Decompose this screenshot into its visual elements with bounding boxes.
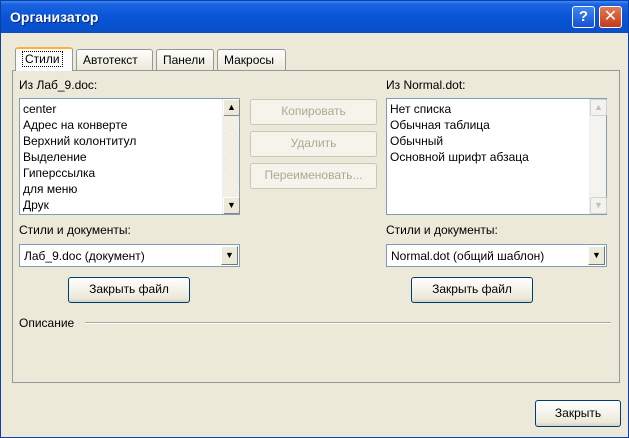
right-source-label: Стили и документы:	[386, 223, 498, 237]
left-source-value: Лаб_9.doc (документ)	[24, 249, 145, 263]
scroll-down-icon[interactable]: ▼	[590, 197, 607, 214]
right-styles-list[interactable]: Нет списка Обычная таблица Обычный Основ…	[386, 98, 607, 215]
scroll-up-icon[interactable]: ▲	[223, 99, 240, 116]
right-list-label: Из Normal.dot:	[386, 78, 466, 92]
description-label: Описание	[19, 316, 75, 330]
left-styles-list[interactable]: center Адрес на конверте Верхний колонти…	[19, 98, 240, 215]
list-item[interactable]: Нет списка	[390, 101, 586, 117]
left-source-select[interactable]: Лаб_9.doc (документ) ▼	[19, 244, 240, 267]
list-item[interactable]: Выделение	[23, 149, 219, 165]
window-title: Организатор	[10, 9, 99, 25]
organizer-dialog: Организатор ? ✕ Стили Автотекст Панели М…	[0, 0, 629, 438]
tab-styles-label: Стили	[22, 51, 63, 67]
close-button[interactable]: Закрыть	[535, 400, 621, 427]
list-item[interactable]: Обычная таблица	[390, 117, 586, 133]
list-item[interactable]: Основной шрифт абзаца	[390, 149, 586, 165]
left-list-label: Из Лаб_9.doc:	[19, 78, 98, 92]
chevron-down-icon[interactable]: ▼	[588, 246, 605, 265]
title-bar[interactable]: Организатор ? ✕	[1, 1, 628, 33]
tab-macros[interactable]: Макросы	[217, 49, 286, 70]
description-divider	[85, 322, 611, 324]
right-source-select[interactable]: Normal.dot (общий шаблон) ▼	[386, 244, 607, 267]
list-item[interactable]: Обычный	[390, 133, 586, 149]
chevron-down-icon[interactable]: ▼	[221, 246, 238, 265]
right-source-value: Normal.dot (общий шаблон)	[391, 249, 545, 263]
right-close-file-button[interactable]: Закрыть файл	[411, 277, 533, 303]
tab-autotext-label: Автотекст	[83, 53, 138, 67]
list-item[interactable]: для меню	[23, 181, 219, 197]
close-window-button[interactable]: ✕	[599, 6, 622, 28]
list-item[interactable]: Друк	[23, 197, 219, 213]
list-item[interactable]: Адрес на конверте	[23, 117, 219, 133]
list-item[interactable]: Гиперссылка	[23, 165, 219, 181]
copy-button[interactable]: Копировать	[250, 99, 377, 125]
tab-toolbars[interactable]: Панели	[156, 49, 214, 70]
tab-styles[interactable]: Стили	[15, 47, 73, 71]
list-item[interactable]: center	[23, 101, 219, 117]
tab-macros-label: Макросы	[224, 53, 275, 67]
rename-button[interactable]: Переименовать...	[250, 163, 377, 189]
left-close-file-button[interactable]: Закрыть файл	[68, 277, 190, 303]
list-item[interactable]: Верхний колонтитул	[23, 133, 219, 149]
right-list-scrollbar[interactable]: ▲ ▼	[589, 99, 607, 214]
delete-button[interactable]: Удалить	[250, 131, 377, 157]
tab-toolbars-label: Панели	[163, 53, 205, 67]
scroll-up-icon[interactable]: ▲	[590, 99, 607, 116]
left-list-scrollbar[interactable]: ▲ ▼	[222, 99, 240, 214]
help-button[interactable]: ?	[572, 6, 595, 28]
scroll-down-icon[interactable]: ▼	[223, 197, 240, 214]
tab-autotext[interactable]: Автотекст	[76, 49, 153, 70]
left-source-label: Стили и документы:	[19, 223, 131, 237]
